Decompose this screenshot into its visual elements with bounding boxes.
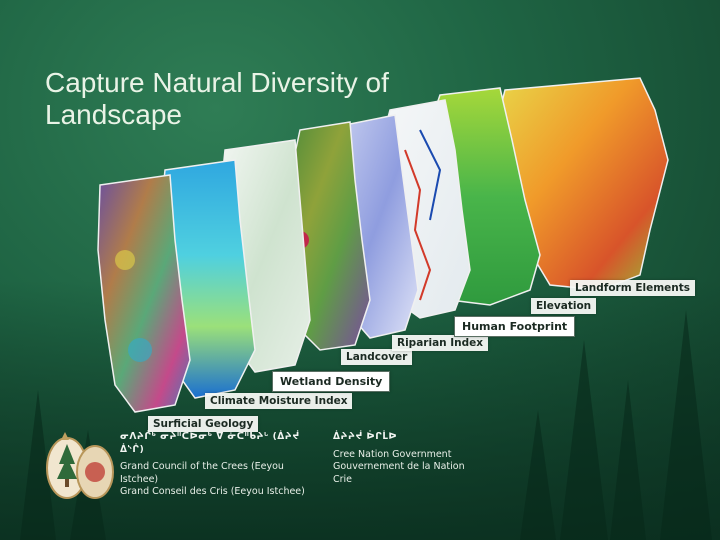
label-human-footprint: Human Footprint	[454, 316, 576, 337]
org-right-name-fr: Gouvernement de la Nation Crie	[333, 461, 465, 485]
org-left-name-fr: Grand Conseil des Cris (Eeyou Istchee)	[120, 486, 305, 497]
label-landform-elements: Landform Elements	[570, 280, 696, 296]
org-right-name-en: Cree Nation Government	[333, 448, 452, 460]
org-left: ᓂᐱᔨᒌᒃ ᓂᔨᐦᑖᐅᓂᒃ ᐁ ᓃᑖᐦᑲᔨᒡ (ᐄᔨᔫ ᐄᔅᒌ) Grand C…	[120, 431, 325, 499]
cree-logo	[46, 432, 114, 499]
label-elevation: Elevation	[531, 298, 597, 314]
label-surficial-geology: Surficial Geology	[148, 416, 259, 432]
org-left-syllabics: ᓂᐱᔨᒌᒃ ᓂᔨᐦᑖᐅᓂᒃ ᐁ ᓃᑖᐦᑲᔨᒡ (ᐄᔨᔫ ᐄᔅᒌ)	[120, 432, 300, 455]
org-right: ᐄᔨᔨᔫ ᐆᒋᒫᐅ Cree Nation Government Gouvern…	[333, 431, 473, 486]
label-landcover: Landcover	[341, 349, 413, 365]
label-riparian-index: Riparian Index	[392, 335, 489, 351]
org-right-syllabics: ᐄᔨᔨᔫ ᐆᒋᒫᐅ	[333, 432, 398, 442]
label-climate-moisture-index: Climate Moisture Index	[205, 393, 353, 409]
label-wetland-density: Wetland Density	[272, 371, 391, 392]
org-left-name-en: Grand Council of the Crees (Eeyou Istche…	[120, 461, 284, 485]
